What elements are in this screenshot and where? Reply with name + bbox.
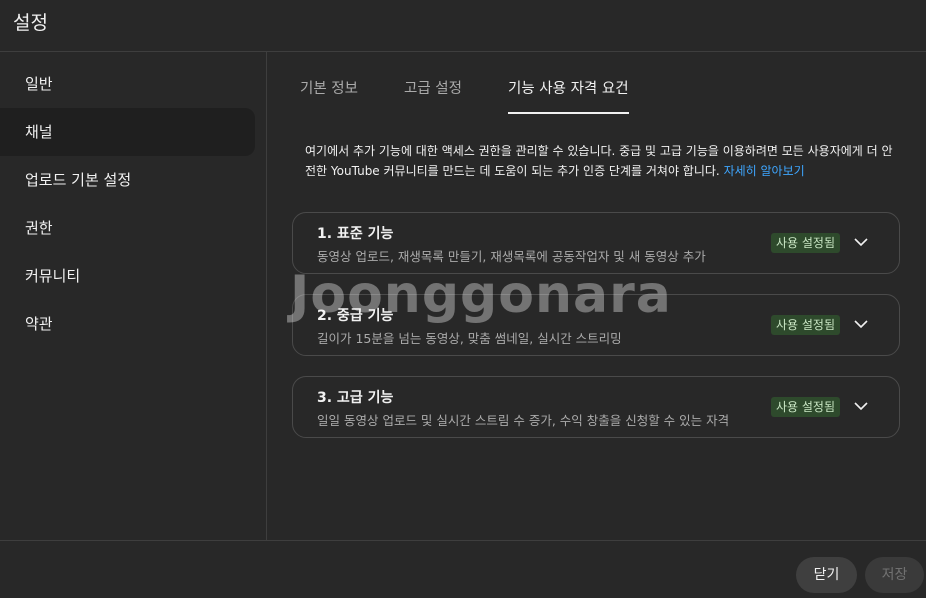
tab-label: 기능 사용 자격 요건 bbox=[508, 81, 629, 97]
tab-bar: 기본 정보 고급 설정 기능 사용 자격 요건 bbox=[268, 52, 926, 114]
learn-more-link[interactable]: 자세히 알아보기 bbox=[724, 164, 805, 178]
feature-title: 3. 고급 기능 bbox=[317, 390, 394, 406]
sidebar-item-permissions[interactable]: 권한 bbox=[0, 204, 255, 252]
sidebar-item-agreements[interactable]: 약관 bbox=[0, 300, 255, 348]
tab-feature-eligibility[interactable]: 기능 사용 자격 요건 bbox=[508, 77, 629, 114]
active-tab-indicator bbox=[508, 112, 629, 114]
close-button[interactable]: 닫기 bbox=[796, 557, 857, 593]
sidebar-item-general[interactable]: 일반 bbox=[0, 60, 255, 108]
tab-label: 기본 정보 bbox=[300, 81, 358, 97]
settings-sidebar: 일반 채널 업로드 기본 설정 권한 커뮤니티 약관 bbox=[0, 52, 267, 540]
status-badge: 사용 설정됨 bbox=[771, 397, 841, 417]
tab-basic-info[interactable]: 기본 정보 bbox=[300, 77, 358, 114]
intro-paragraph: 여기에서 추가 기능에 대한 액세스 권한을 관리할 수 있습니다. 중급 및 … bbox=[305, 141, 895, 181]
feature-title: 1. 표준 기능 bbox=[317, 226, 394, 242]
sidebar-item-community[interactable]: 커뮤니티 bbox=[0, 252, 255, 300]
feature-card-standard[interactable]: 1. 표준 기능 동영상 업로드, 재생목록 만들기, 재생목록에 공동작업자 … bbox=[292, 212, 900, 274]
feature-card-intermediate[interactable]: 2. 중급 기능 길이가 15분을 넘는 동영상, 맞춤 썸네일, 실시간 스트… bbox=[292, 294, 900, 356]
save-button[interactable]: 저장 bbox=[865, 557, 924, 593]
tab-label: 고급 설정 bbox=[404, 81, 462, 97]
tab-advanced-settings[interactable]: 고급 설정 bbox=[404, 77, 462, 114]
settings-dialog: 설정 일반 채널 업로드 기본 설정 권한 커뮤니티 약관 기본 정보 고급 설… bbox=[0, 0, 926, 598]
chevron-down-icon[interactable] bbox=[853, 316, 869, 332]
settings-content: 기본 정보 고급 설정 기능 사용 자격 요건 여기에서 추가 기능에 대한 액… bbox=[268, 52, 926, 540]
chevron-down-icon[interactable] bbox=[853, 398, 869, 414]
feature-description: 동영상 업로드, 재생목록 만들기, 재생목록에 공동작업자 및 새 동영상 추… bbox=[317, 249, 706, 264]
dialog-title: 설정 bbox=[13, 12, 48, 34]
sidebar-item-upload-defaults[interactable]: 업로드 기본 설정 bbox=[0, 156, 255, 204]
dialog-footer: 닫기 저장 bbox=[0, 540, 926, 598]
dialog-header: 설정 bbox=[0, 0, 926, 52]
feature-description: 일일 동영상 업로드 및 실시간 스트림 수 증가, 수익 창출을 신청할 수 … bbox=[317, 413, 730, 428]
sidebar-item-channel[interactable]: 채널 bbox=[0, 108, 255, 156]
chevron-down-icon[interactable] bbox=[853, 234, 869, 250]
feature-description: 길이가 15분을 넘는 동영상, 맞춤 썸네일, 실시간 스트리밍 bbox=[317, 331, 622, 346]
feature-card-advanced[interactable]: 3. 고급 기능 일일 동영상 업로드 및 실시간 스트림 수 증가, 수익 창… bbox=[292, 376, 900, 438]
status-badge: 사용 설정됨 bbox=[771, 233, 841, 253]
status-badge: 사용 설정됨 bbox=[771, 315, 841, 335]
feature-title: 2. 중급 기능 bbox=[317, 308, 394, 324]
